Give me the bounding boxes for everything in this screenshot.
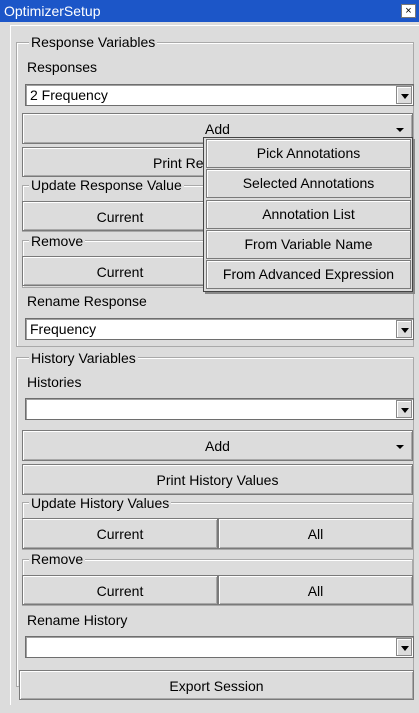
histories-label: Histories — [27, 374, 82, 390]
responses-value: 2 Frequency — [30, 87, 108, 103]
print-responses-label: Print Res — [153, 155, 211, 171]
rename-response-dropdown[interactable]: Frequency — [25, 318, 414, 340]
update-history-all-label: All — [307, 526, 324, 542]
chevron-down-icon[interactable] — [396, 86, 412, 104]
rename-history-label: Rename History — [27, 612, 128, 628]
remove-history-current-button[interactable]: Current — [22, 575, 218, 605]
menu-item-label: Pick Annotations — [256, 145, 361, 161]
print-history-label: Print History Values — [156, 472, 279, 488]
close-icon: × — [405, 5, 412, 17]
responses-label: Responses — [27, 59, 98, 75]
history-variables-title: History Variables — [29, 350, 138, 366]
menu-item-annotation-list[interactable]: Annotation List — [206, 200, 411, 229]
remove-history-current-label: Current — [96, 583, 144, 599]
histories-dropdown[interactable] — [25, 398, 414, 420]
update-history-title: Update History Values — [29, 495, 172, 511]
window-title: OptimizerSetup — [4, 3, 101, 19]
history-add-button[interactable]: Add — [22, 430, 413, 461]
update-history-current-label: Current — [96, 526, 144, 542]
rename-response-value: Frequency — [30, 321, 97, 337]
export-session-label: Export Session — [169, 678, 264, 694]
response-variables-title: Response Variables — [29, 34, 158, 50]
caret-down-icon — [396, 128, 404, 132]
menu-item-label: From Variable Name — [244, 236, 373, 252]
responses-dropdown[interactable]: 2 Frequency — [25, 84, 414, 106]
menu-item-selected-annotations[interactable]: Selected Annotations — [206, 169, 411, 198]
rename-history-dropdown[interactable] — [25, 636, 414, 658]
chevron-down-icon[interactable] — [396, 400, 412, 418]
export-session-button[interactable]: Export Session — [19, 670, 414, 700]
remove-history-all-button[interactable]: All — [218, 575, 413, 605]
remove-response-current-button[interactable]: Current — [22, 256, 218, 286]
rename-response-label: Rename Response — [27, 293, 147, 309]
caret-down-icon — [396, 445, 404, 449]
history-add-label: Add — [205, 438, 230, 454]
remove-history-all-label: All — [307, 583, 324, 599]
menu-item-label: Annotation List — [262, 206, 355, 222]
close-button[interactable]: × — [401, 4, 416, 18]
chevron-down-icon[interactable] — [396, 638, 412, 656]
add-dropdown-menu: Pick Annotations Selected Annotations An… — [203, 137, 413, 292]
update-response-current-label: Current — [96, 209, 144, 225]
menu-item-label: Selected Annotations — [242, 175, 375, 191]
response-add-label: Add — [205, 121, 230, 137]
menu-item-pick-annotations[interactable]: Pick Annotations — [206, 139, 411, 168]
menu-item-from-advanced-expression[interactable]: From Advanced Expression — [206, 260, 411, 289]
menu-item-from-variable-name[interactable]: From Variable Name — [206, 230, 411, 259]
remove-history-title: Remove — [29, 551, 86, 567]
chevron-down-icon[interactable] — [396, 320, 412, 338]
menu-item-label: From Advanced Expression — [222, 266, 395, 282]
update-response-title: Update Response Value — [29, 177, 184, 193]
update-history-all-button[interactable]: All — [218, 518, 413, 549]
remove-response-title: Remove — [29, 233, 86, 249]
print-history-button[interactable]: Print History Values — [22, 464, 413, 495]
remove-response-current-label: Current — [96, 264, 144, 280]
title-bar: OptimizerSetup × — [0, 0, 419, 22]
update-response-current-button[interactable]: Current — [22, 201, 218, 231]
update-history-current-button[interactable]: Current — [22, 518, 218, 549]
